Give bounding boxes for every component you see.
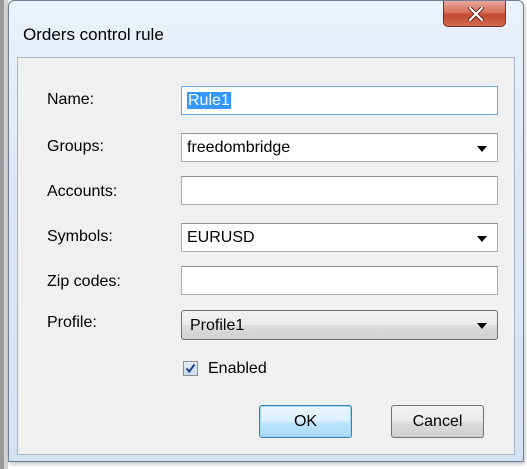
chevron-down-icon[interactable]	[477, 236, 487, 242]
accounts-label: Accounts:	[47, 183, 118, 200]
ok-button[interactable]: OK	[259, 405, 352, 438]
accounts-field[interactable]	[181, 176, 498, 205]
cancel-button[interactable]: Cancel	[391, 405, 484, 438]
groups-combo[interactable]: freedombridge	[181, 133, 498, 162]
dialog-window: Orders control rule Name: Rule1 Groups: …	[8, 0, 524, 462]
profile-label: Profile:	[47, 314, 97, 331]
name-label: Name:	[47, 91, 95, 108]
zip-codes-field[interactable]	[181, 266, 498, 295]
name-value: Rule1	[187, 92, 231, 109]
enabled-label: Enabled	[208, 360, 267, 377]
checkmark-icon	[185, 363, 196, 374]
title-bar[interactable]: Orders control rule	[9, 1, 523, 44]
symbols-combo[interactable]: EURUSD	[181, 223, 498, 252]
profile-select[interactable]: Profile1	[181, 310, 498, 340]
groups-value: freedombridge	[187, 139, 291, 156]
name-field[interactable]: Rule1	[181, 86, 498, 115]
symbols-value: EURUSD	[187, 229, 255, 246]
enabled-checkbox[interactable]	[183, 361, 198, 376]
zip-codes-label: Zip codes:	[47, 273, 121, 290]
dialog-title: Orders control rule	[23, 25, 164, 44]
close-button[interactable]	[443, 1, 506, 27]
close-icon	[468, 7, 484, 21]
chevron-down-icon[interactable]	[477, 146, 487, 152]
dialog-body: Name: Rule1 Groups: freedombridge Accoun…	[17, 57, 515, 455]
chevron-down-icon[interactable]	[477, 323, 487, 329]
symbols-label: Symbols:	[47, 228, 113, 245]
groups-label: Groups:	[47, 138, 104, 155]
profile-value: Profile1	[190, 317, 245, 334]
